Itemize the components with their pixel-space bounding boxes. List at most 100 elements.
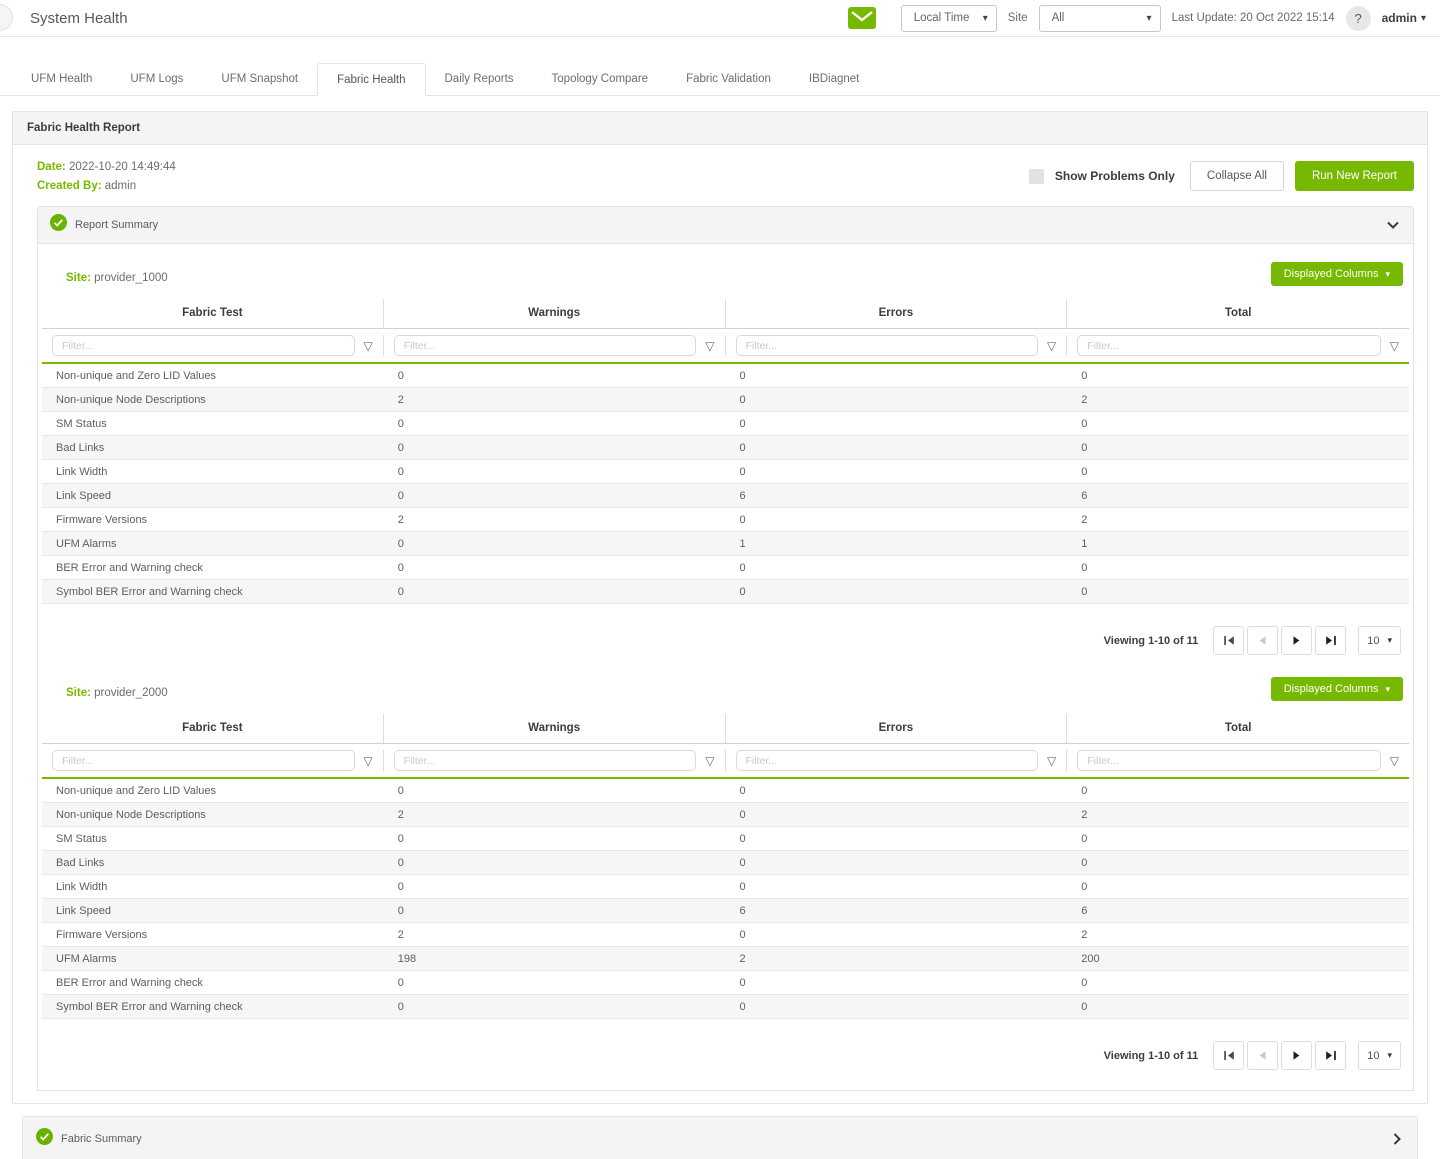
- site-select[interactable]: All ▾: [1039, 5, 1161, 32]
- site-name-line: Site: provider_2000: [66, 687, 168, 701]
- cell-value: 0: [1067, 562, 1409, 574]
- table-row[interactable]: SM Status000: [42, 412, 1409, 436]
- sidebar-toggle-button[interactable]: [0, 4, 13, 31]
- filter-funnel-icon[interactable]: ▽: [364, 340, 373, 352]
- table-row[interactable]: Non-unique and Zero LID Values000: [42, 364, 1409, 388]
- filter-input-errors[interactable]: [736, 335, 1039, 356]
- tab-ibdiagnet[interactable]: IBDiagnet: [790, 63, 879, 96]
- table-row[interactable]: Firmware Versions202: [42, 508, 1409, 532]
- filter-funnel-icon[interactable]: ▽: [705, 755, 714, 767]
- site-section: Site: provider_2000 Displayed Columns ▾ …: [38, 677, 1413, 1090]
- table-filter-row: ▽ ▽ ▽ ▽: [42, 328, 1409, 364]
- filter-funnel-icon[interactable]: ▽: [1047, 340, 1056, 352]
- fabric-summary-header[interactable]: Fabric Summary: [22, 1116, 1418, 1159]
- table-row[interactable]: Link Width000: [42, 875, 1409, 899]
- table-row[interactable]: Link Width000: [42, 460, 1409, 484]
- column-header-fabric-test[interactable]: Fabric Test: [42, 299, 384, 328]
- column-header-errors[interactable]: Errors: [726, 299, 1068, 328]
- table-row[interactable]: Non-unique and Zero LID Values000: [42, 779, 1409, 803]
- filter-input-errors[interactable]: [736, 750, 1039, 771]
- site-select-label: Site: [1008, 12, 1028, 24]
- created-by-value: admin: [105, 180, 136, 192]
- column-header-errors[interactable]: Errors: [726, 714, 1068, 743]
- filter-input-warnings[interactable]: [394, 335, 697, 356]
- filter-input-fabric-test[interactable]: [52, 750, 355, 771]
- filter-funnel-icon[interactable]: ▽: [1390, 340, 1399, 352]
- table-row[interactable]: SM Status000: [42, 827, 1409, 851]
- tab-daily-reports[interactable]: Daily Reports: [426, 63, 533, 96]
- mail-icon[interactable]: [848, 7, 876, 29]
- filter-input-warnings[interactable]: [394, 750, 697, 771]
- filter-input-fabric-test[interactable]: [52, 335, 355, 356]
- report-created-by: Created By: admin: [37, 180, 176, 192]
- cell-fabric-test: Link Width: [42, 881, 384, 893]
- tab-ufm-logs[interactable]: UFM Logs: [111, 63, 202, 96]
- page-size-select[interactable]: 10 ▾: [1358, 626, 1401, 655]
- displayed-columns-button[interactable]: Displayed Columns ▾: [1271, 262, 1403, 286]
- tab-topology-compare[interactable]: Topology Compare: [533, 63, 668, 96]
- status-ok-icon: [50, 214, 67, 236]
- column-header-fabric-test[interactable]: Fabric Test: [42, 714, 384, 743]
- table-row[interactable]: Symbol BER Error and Warning check000: [42, 995, 1409, 1019]
- tab-fabric-validation[interactable]: Fabric Validation: [667, 63, 790, 96]
- next-page-button[interactable]: [1281, 626, 1312, 655]
- filter-funnel-icon[interactable]: ▽: [1390, 755, 1399, 767]
- last-page-button[interactable]: [1315, 1041, 1346, 1070]
- filter-funnel-icon[interactable]: ▽: [1047, 755, 1056, 767]
- filter-funnel-icon[interactable]: ▽: [364, 755, 373, 767]
- page-size-select[interactable]: 10 ▾: [1358, 1041, 1401, 1070]
- cell-value: 0: [1067, 442, 1409, 454]
- column-header-total[interactable]: Total: [1067, 714, 1409, 743]
- table-row[interactable]: Bad Links000: [42, 436, 1409, 460]
- tab-fabric-health[interactable]: Fabric Health: [317, 63, 425, 96]
- site-label: Site:: [66, 687, 91, 699]
- cell-value: 0: [1067, 977, 1409, 989]
- cell-fabric-test: Non-unique and Zero LID Values: [42, 785, 384, 797]
- table-row[interactable]: Link Speed066: [42, 899, 1409, 923]
- show-problems-checkbox[interactable]: [1029, 169, 1044, 184]
- table-row[interactable]: Bad Links000: [42, 851, 1409, 875]
- table-row[interactable]: UFM Alarms011: [42, 532, 1409, 556]
- cell-value: 2: [726, 953, 1068, 965]
- filter-cell: ▽: [42, 750, 384, 771]
- table-row[interactable]: BER Error and Warning check000: [42, 556, 1409, 580]
- chevron-down-icon[interactable]: [1387, 221, 1399, 229]
- filter-funnel-icon[interactable]: ▽: [705, 340, 714, 352]
- tab-ufm-health[interactable]: UFM Health: [12, 63, 111, 96]
- next-page-button[interactable]: [1281, 1041, 1312, 1070]
- prev-page-button[interactable]: [1247, 1041, 1278, 1070]
- table-row[interactable]: BER Error and Warning check000: [42, 971, 1409, 995]
- cell-value: 0: [384, 586, 726, 598]
- cell-value: 1: [726, 538, 1068, 550]
- filter-input-total[interactable]: [1077, 335, 1381, 356]
- table-row[interactable]: Symbol BER Error and Warning check000: [42, 580, 1409, 604]
- tab-ufm-snapshot[interactable]: UFM Snapshot: [202, 63, 317, 96]
- table-row[interactable]: Non-unique Node Descriptions202: [42, 803, 1409, 827]
- cell-fabric-test: Link Speed: [42, 905, 384, 917]
- first-page-button[interactable]: [1213, 1041, 1244, 1070]
- displayed-columns-button[interactable]: Displayed Columns ▾: [1271, 677, 1403, 701]
- column-header-warnings[interactable]: Warnings: [384, 714, 726, 743]
- table-row[interactable]: UFM Alarms1982200: [42, 947, 1409, 971]
- collapse-all-button[interactable]: Collapse All: [1190, 161, 1284, 191]
- report-summary-header[interactable]: Report Summary: [37, 206, 1414, 244]
- first-page-button[interactable]: [1213, 626, 1244, 655]
- prev-page-button[interactable]: [1247, 626, 1278, 655]
- run-new-report-button[interactable]: Run New Report: [1295, 161, 1414, 191]
- last-page-button[interactable]: [1315, 626, 1346, 655]
- help-button[interactable]: ?: [1346, 6, 1371, 31]
- table-row[interactable]: Firmware Versions202: [42, 923, 1409, 947]
- time-mode-select[interactable]: Local Time ▾: [901, 5, 997, 32]
- cell-value: 0: [1067, 785, 1409, 797]
- filter-input-total[interactable]: [1077, 750, 1381, 771]
- column-header-warnings[interactable]: Warnings: [384, 299, 726, 328]
- table-row[interactable]: Link Speed066: [42, 484, 1409, 508]
- cell-value: 0: [384, 562, 726, 574]
- column-header-total[interactable]: Total: [1067, 299, 1409, 328]
- cell-value: 0: [384, 785, 726, 797]
- table-row[interactable]: Non-unique Node Descriptions202: [42, 388, 1409, 412]
- cell-value: 2: [1067, 514, 1409, 526]
- cell-fabric-test: UFM Alarms: [42, 953, 384, 965]
- user-menu[interactable]: admin ▾: [1382, 11, 1426, 25]
- chevron-right-icon[interactable]: [1393, 1133, 1401, 1145]
